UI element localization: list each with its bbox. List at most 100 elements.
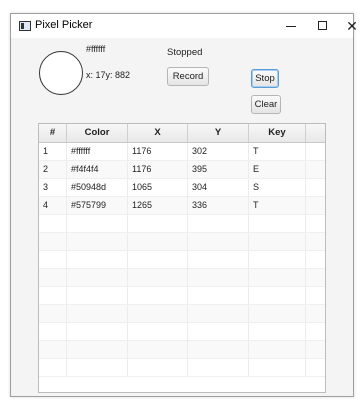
cell-y: 302 (188, 143, 249, 160)
empty-table-row (39, 233, 325, 251)
cell-color (67, 323, 128, 340)
cell-color (67, 215, 128, 232)
cell-y: 395 (188, 161, 249, 178)
cell-y: 304 (188, 179, 249, 196)
cell-key: S (249, 179, 306, 196)
cell-x (128, 269, 188, 286)
cell-color (67, 287, 128, 304)
cell-index (39, 287, 67, 304)
cell-index (39, 341, 67, 358)
cell-filler (306, 323, 325, 340)
cell-color (67, 359, 128, 376)
cell-x (128, 323, 188, 340)
cell-y (188, 287, 249, 304)
empty-table-row (39, 269, 325, 287)
cell-color (67, 233, 128, 250)
cell-index: 3 (39, 179, 67, 196)
stop-button[interactable]: Stop (251, 69, 279, 88)
cell-color (67, 251, 128, 268)
table-header: # Color X Y Key (39, 124, 325, 143)
cell-filler (306, 269, 325, 286)
cell-index (39, 359, 67, 376)
column-header-y[interactable]: Y (188, 124, 249, 142)
app-icon (19, 21, 31, 31)
empty-table-row (39, 251, 325, 269)
cell-color: #f4f4f4 (67, 161, 128, 178)
cell-index (39, 323, 67, 340)
cell-filler (306, 179, 325, 196)
maximize-icon (318, 21, 327, 30)
close-icon: ✕ (346, 18, 358, 34)
cell-index (39, 251, 67, 268)
current-color-text: #ffffff (86, 44, 106, 54)
cell-x: 1176 (128, 161, 188, 178)
cell-x (128, 251, 188, 268)
cell-index: 4 (39, 197, 67, 214)
cell-index (39, 233, 67, 250)
cell-y (188, 359, 249, 376)
cell-key (249, 251, 306, 268)
empty-table-row (39, 305, 325, 323)
column-header-filler (306, 124, 325, 142)
cell-key: T (249, 143, 306, 160)
cell-y (188, 251, 249, 268)
column-header-color[interactable]: Color (67, 124, 128, 142)
cell-x (128, 359, 188, 376)
cell-filler (306, 161, 325, 178)
cell-filler (306, 305, 325, 322)
table-row[interactable]: 3 #50948d 1065 304 S (39, 179, 325, 197)
cell-y (188, 323, 249, 340)
cell-color: #ffffff (67, 143, 128, 160)
cell-index: 2 (39, 161, 67, 178)
cell-y: 336 (188, 197, 249, 214)
table-body: 1 #ffffff 1176 302 T 2 #f4f4f4 1176 395 E 3 #50948d… (39, 143, 325, 377)
cell-color: #50948d (67, 179, 128, 196)
empty-table-row (39, 215, 325, 233)
cell-x: 1176 (128, 143, 188, 160)
cell-index: 1 (39, 143, 67, 160)
cell-index (39, 269, 67, 286)
cell-filler (306, 197, 325, 214)
table-row[interactable]: 1 #ffffff 1176 302 T (39, 143, 325, 161)
cell-x (128, 305, 188, 322)
maximize-button[interactable] (307, 14, 339, 38)
cell-color (67, 305, 128, 322)
cell-y (188, 269, 249, 286)
cell-x (128, 341, 188, 358)
column-header-x[interactable]: X (128, 124, 188, 142)
clear-button[interactable]: Clear (251, 95, 281, 114)
window-title: Pixel Picker (35, 19, 93, 31)
cell-filler (306, 233, 325, 250)
record-button[interactable]: Record (167, 67, 209, 86)
column-header-index[interactable]: # (39, 124, 67, 142)
cell-x (128, 233, 188, 250)
close-button[interactable]: ✕ (336, 14, 360, 38)
cell-y (188, 233, 249, 250)
cell-filler (306, 287, 325, 304)
current-coordinates-text: x: 17y: 882 (86, 70, 131, 80)
cell-key: T (249, 197, 306, 214)
cell-key (249, 269, 306, 286)
cell-key (249, 233, 306, 250)
cell-y (188, 215, 249, 232)
status-text: Stopped (167, 47, 203, 58)
table-row[interactable]: 4 #575799 1265 336 T (39, 197, 325, 215)
cell-filler (306, 143, 325, 160)
cell-index (39, 305, 67, 322)
cell-y (188, 305, 249, 322)
cell-filler (306, 359, 325, 376)
cell-x: 1065 (128, 179, 188, 196)
cell-x (128, 287, 188, 304)
cell-key (249, 215, 306, 232)
title-bar[interactable]: Pixel Picker ✕ (11, 14, 358, 38)
cell-index (39, 215, 67, 232)
pixel-picker-window: Pixel Picker ✕ #ffffff x: 17y: 882 Stopp… (10, 13, 358, 397)
table-row[interactable]: 2 #f4f4f4 1176 395 E (39, 161, 325, 179)
column-header-key[interactable]: Key (249, 124, 306, 142)
minimize-button[interactable] (275, 14, 307, 38)
color-preview-circle (39, 51, 83, 95)
cell-color: #575799 (67, 197, 128, 214)
cell-x: 1265 (128, 197, 188, 214)
cell-key (249, 287, 306, 304)
cell-filler (306, 341, 325, 358)
